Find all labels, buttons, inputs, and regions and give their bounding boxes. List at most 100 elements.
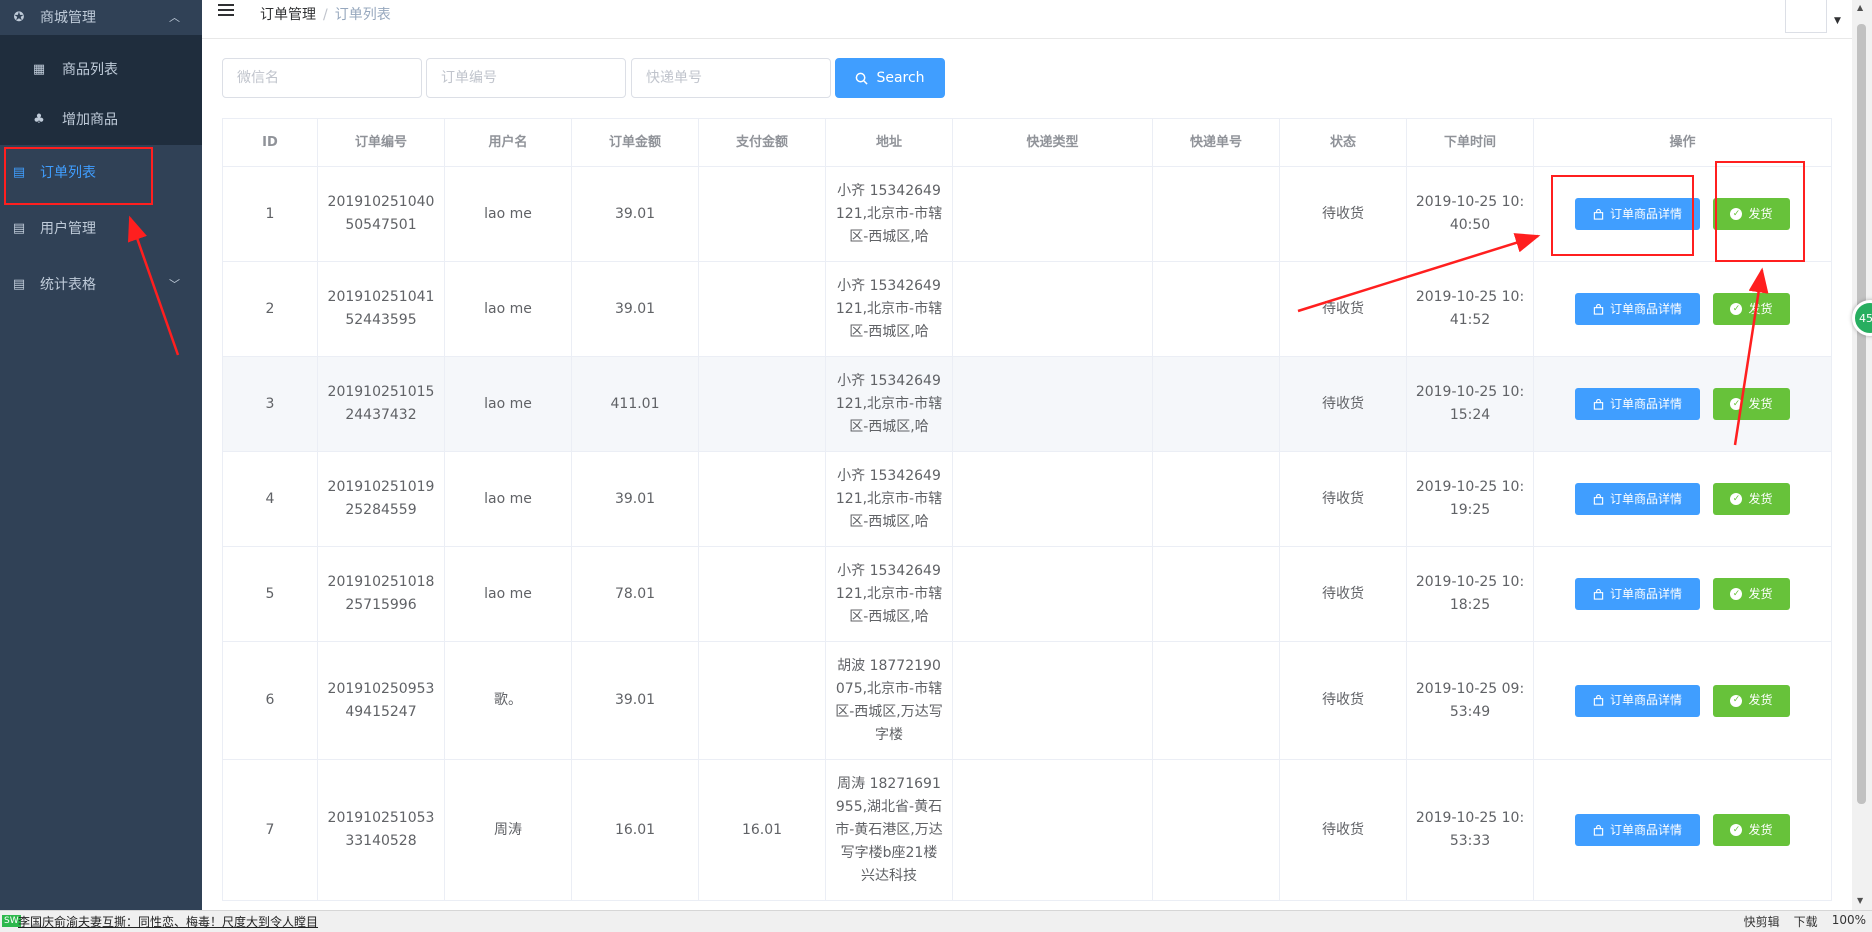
- sitemap-icon: ♣: [33, 111, 45, 127]
- sidebar-item-product-list[interactable]: ▦ 商品列表: [0, 44, 202, 94]
- download-item[interactable]: 下载: [1794, 913, 1818, 930]
- ship-label: 发货: [1748, 586, 1773, 601]
- breadcrumb-item[interactable]: 订单管理: [260, 7, 316, 23]
- check-circle-icon: ✓: [1730, 493, 1743, 505]
- order-detail-label: 订单商品详情: [1609, 301, 1682, 316]
- cell-amount: 39.01: [571, 166, 699, 262]
- sidebar-item-label: 订单列表: [40, 165, 96, 181]
- cell-express-type: [952, 641, 1153, 760]
- order-detail-button[interactable]: 订单商品详情: [1575, 388, 1700, 420]
- chevron-up-icon: ︿: [169, 11, 180, 24]
- scroll-down-icon[interactable]: ▼: [1857, 896, 1863, 905]
- bag-icon: [1593, 398, 1604, 410]
- badge-count: 45: [1859, 311, 1872, 325]
- order-detail-button[interactable]: 订单商品详情: [1575, 483, 1700, 515]
- check-circle-icon: ✓: [1730, 824, 1743, 836]
- document-edit-icon: ▤: [12, 220, 26, 236]
- ship-button[interactable]: ✓ 发货: [1713, 578, 1790, 610]
- ship-button[interactable]: ✓ 发货: [1713, 198, 1790, 230]
- sidebar-item-statistics[interactable]: ▤ 统计表格 ﹀: [0, 259, 202, 309]
- ship-label: 发货: [1748, 206, 1773, 221]
- scroll-up-icon[interactable]: ▲: [1857, 3, 1863, 12]
- cell-order-no: 20191025104050547501: [317, 166, 445, 262]
- chevron-down-icon: ﹀: [169, 278, 180, 291]
- sidebar-item-shop-management[interactable]: ✪ 商城管理 ︿: [0, 0, 202, 42]
- bag-icon: [1593, 493, 1604, 505]
- cell-time: 2019-10-25 10:40:50: [1406, 166, 1534, 262]
- order-detail-label: 订单商品详情: [1609, 586, 1682, 601]
- cell-time: 2019-10-25 10:18:25: [1406, 546, 1534, 642]
- order-detail-button[interactable]: 订单商品详情: [1575, 578, 1700, 610]
- cell-express-type: [952, 451, 1153, 547]
- sidebar-item-label: 统计表格: [40, 277, 96, 293]
- avatar[interactable]: [1785, 0, 1827, 33]
- ship-label: 发货: [1748, 693, 1773, 707]
- cell-amount: 39.01: [571, 641, 699, 760]
- cell-time: 2019-10-25 10:53:33: [1406, 759, 1534, 901]
- cell-order-no: 20191025101825715996: [317, 546, 445, 642]
- cell-express-type: [952, 166, 1153, 262]
- order-detail-button[interactable]: 订单商品详情: [1575, 198, 1700, 230]
- column-header: 订单金额: [571, 118, 699, 167]
- cell-express-no: [1152, 356, 1280, 452]
- check-circle-icon: ✓: [1730, 588, 1743, 600]
- ship-button[interactable]: ✓ 发货: [1713, 684, 1790, 717]
- ship-button[interactable]: ✓ 发货: [1713, 293, 1790, 325]
- column-header: 状态: [1279, 118, 1407, 167]
- order-detail-button[interactable]: 订单商品详情: [1575, 814, 1700, 846]
- wechat-name-input[interactable]: [222, 58, 422, 98]
- order-detail-button[interactable]: 订单商品详情: [1575, 293, 1700, 325]
- vertical-scrollbar[interactable]: ▲ ▼: [1852, 0, 1872, 910]
- express-number-input[interactable]: [631, 58, 831, 98]
- ship-button[interactable]: ✓ 发货: [1713, 814, 1790, 846]
- order-number-input[interactable]: [426, 58, 626, 98]
- table-row: 7 20191025105333140528 周涛 16.01 16.01 周涛 1827…: [222, 759, 1832, 901]
- cell-paid: [698, 166, 826, 262]
- cell-amount: 78.01: [571, 546, 699, 642]
- order-detail-label: 订单商品详情: [1609, 491, 1682, 506]
- column-header: ID: [222, 118, 318, 167]
- cell-user: lao me: [444, 261, 572, 357]
- cell-actions: 订单商品详情 ✓ 发货: [1533, 451, 1832, 547]
- table-row: 1 20191025104050547501 lao me 39.01 小齐 15342…: [222, 166, 1832, 262]
- cell-amount: 411.01: [571, 356, 699, 452]
- document-icon: ▤: [12, 164, 26, 180]
- orders-table: ID 订单编号 用户名 订单金额 支付金额 地址 快递类型 快递单号 状态 下单…: [222, 118, 1832, 901]
- ship-label: 发货: [1748, 822, 1773, 837]
- cell-address: 小齐 15342649121,北京市-市辖区-西城区,哈: [825, 166, 953, 262]
- ship-button[interactable]: ✓ 发货: [1713, 388, 1790, 420]
- cell-express-type: [952, 261, 1153, 357]
- sidebar-item-label: 增加商品: [62, 112, 118, 128]
- sidebar-item-add-product[interactable]: ♣ 增加商品: [0, 94, 202, 144]
- column-header: 下单时间: [1406, 118, 1534, 167]
- video-editor-item[interactable]: 快剪辑: [1744, 913, 1780, 930]
- order-detail-button[interactable]: 订单商品详情: [1575, 684, 1700, 717]
- cell-amount: 16.01: [571, 759, 699, 901]
- cell-time: 2019-10-25 09:53:49: [1406, 641, 1534, 760]
- cell-express-no: [1152, 641, 1280, 760]
- sidebar-item-user-management[interactable]: ▤ 用户管理: [0, 203, 202, 253]
- ship-button[interactable]: ✓ 发货: [1713, 483, 1790, 515]
- news-link[interactable]: 李国庆俞渝夫妻互撕：同性恋、梅毒！尺度大到令人瞠目: [18, 913, 318, 930]
- caret-down-icon[interactable]: ▼: [1834, 16, 1841, 26]
- cell-user: 周涛: [444, 759, 572, 901]
- cell-actions: 订单商品详情 ✓ 发货: [1533, 166, 1832, 262]
- cell-status: 待收货: [1279, 451, 1407, 547]
- search-button[interactable]: Search: [835, 58, 945, 98]
- column-header: 快递单号: [1152, 118, 1280, 167]
- bag-icon: [1593, 588, 1604, 600]
- table-row: 5 20191025101825715996 lao me 78.01 小齐 15342…: [222, 546, 1832, 642]
- order-detail-label: 订单商品详情: [1609, 693, 1682, 707]
- cell-actions: 订单商品详情 ✓ 发货: [1533, 641, 1832, 760]
- sidebar-item-label: 商品列表: [62, 62, 118, 78]
- column-header: 订单编号: [317, 118, 445, 167]
- sidebar-item-label: 用户管理: [40, 221, 96, 237]
- column-header: 支付金额: [698, 118, 826, 167]
- hamburger-menu-icon[interactable]: [218, 4, 234, 18]
- cell-id: 4: [222, 451, 318, 547]
- circle-gear-icon: ✪: [13, 9, 25, 25]
- zoom-level[interactable]: 100%: [1832, 913, 1866, 930]
- cell-express-no: [1152, 451, 1280, 547]
- sidebar-item-order-list[interactable]: ▤ 订单列表: [0, 147, 202, 197]
- scrollbar-thumb[interactable]: [1857, 24, 1866, 804]
